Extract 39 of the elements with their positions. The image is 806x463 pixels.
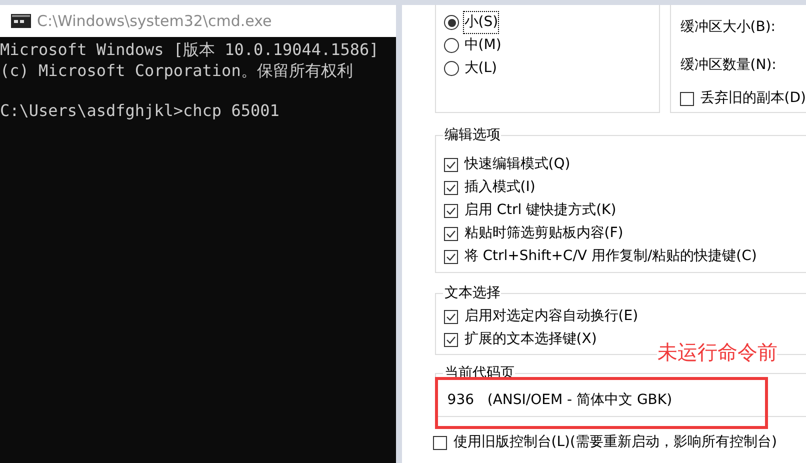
field-label: 缓冲区数量(N): — [680, 56, 778, 75]
field-label: 缓冲区大小(B): — [680, 18, 777, 37]
check-icon — [446, 206, 456, 214]
check-icon — [446, 160, 456, 168]
radio-label: 小(S) — [464, 12, 498, 33]
checkbox-label: 启用对选定内容自动换行(E) — [464, 307, 638, 326]
console-line: (c) Microsoft Corporation。保留所有权利 — [0, 60, 354, 81]
checkbox-label: 插入模式(I) — [464, 178, 536, 197]
checkbox[interactable] — [444, 332, 458, 346]
checkbox-label: 快速编辑模式(Q) — [464, 155, 570, 174]
checkbox-label: 扩展的文本选择键(X) — [464, 330, 597, 349]
checkbox[interactable] — [433, 436, 448, 450]
checkbox[interactable] — [444, 180, 458, 194]
code-page-value: 936 (ANSI/OEM - 简体中文 GBK) — [447, 392, 672, 408]
radio-button[interactable] — [444, 15, 460, 30]
radio-button[interactable] — [444, 61, 460, 76]
check-icon — [446, 230, 456, 238]
check-icon — [446, 184, 456, 192]
checkbox[interactable] — [444, 310, 458, 324]
checkbox-label: 丢弃旧的副本(D) — [700, 89, 806, 108]
console-line: Microsoft Windows [版本 10.0.19044.1586] — [0, 39, 380, 60]
checkbox-label: 粘贴时筛选剪贴板内容(F) — [464, 224, 624, 243]
console-icon — [11, 14, 31, 28]
checkbox[interactable] — [444, 204, 458, 218]
window-title: C:\Windows\system32\cmd.exe — [37, 10, 272, 32]
checkbox[interactable] — [444, 158, 458, 172]
check-icon — [446, 252, 456, 260]
checkbox-label: 使用旧版控制台(L)(需要重新启动，影响所有控制台) — [453, 433, 777, 452]
check-icon — [446, 312, 456, 320]
checkbox-label: 启用 Ctrl 键快捷方式(K) — [464, 201, 616, 220]
checkbox[interactable] — [680, 92, 694, 106]
checkbox[interactable] — [444, 250, 458, 264]
check-icon — [446, 336, 456, 344]
radio-label: 大(L) — [464, 59, 498, 78]
console-line: C:\Users\asdfghjkl>chcp 65001 — [0, 100, 280, 121]
radio-label: 中(M) — [464, 36, 502, 55]
radio-button[interactable] — [444, 38, 460, 53]
checkbox[interactable] — [444, 226, 458, 240]
checkbox-label: 将 Ctrl+Shift+C/V 用作复制/粘贴的快捷键(C) — [464, 247, 757, 266]
